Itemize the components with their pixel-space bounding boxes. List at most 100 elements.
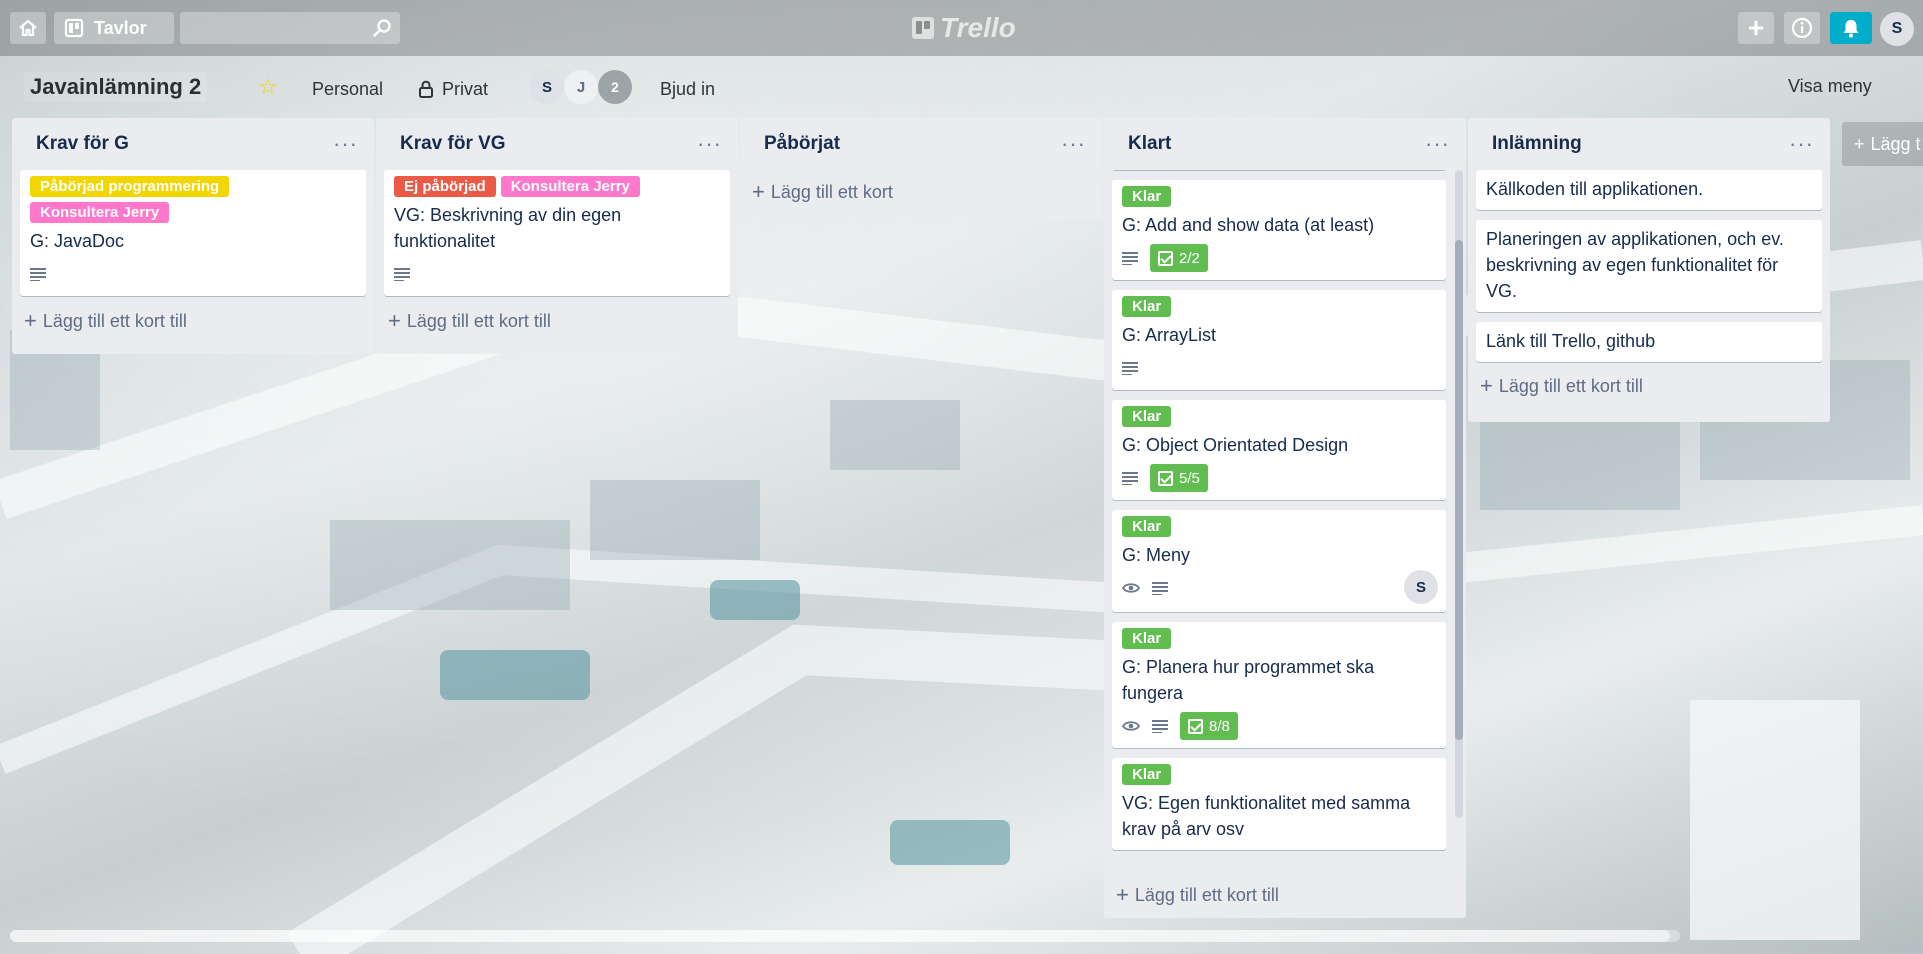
info-button[interactable] [1784,12,1820,44]
checkbox-icon [1158,250,1173,266]
board-horizontal-scrollbar[interactable] [10,930,1680,942]
eye-icon [1122,720,1140,732]
add-card-button[interactable]: + Lägg till ett kort till [1468,362,1830,410]
card[interactable]: Länk till Trello, github [1476,322,1822,362]
card-label[interactable]: Konsultera Jerry [500,176,640,197]
card-label[interactable]: Klar [1122,628,1172,649]
privacy-button[interactable]: Privat [418,74,488,104]
description-icon [1152,719,1168,733]
add-card-button[interactable]: + Lägg till ett kort [740,170,1102,214]
add-card-label: Lägg till ett kort till [1498,375,1643,396]
member-avatar[interactable]: J [564,70,598,104]
card-label[interactable]: Konsultera Jerry [30,202,170,223]
list-title[interactable]: Inlämning [1492,133,1582,155]
description-icon [1122,471,1138,485]
list-title[interactable]: Klart [1128,133,1171,155]
checklist-badge: 8/8 [1180,712,1238,740]
card-title: G: Planera hur programmet ska fungera [1122,657,1375,703]
search-input[interactable] [180,12,400,44]
card[interactable]: Klar G: Meny S [1112,510,1446,612]
user-avatar[interactable]: S [1880,12,1914,46]
card-title: G: JavaDoc [30,231,125,251]
card-label[interactable]: Ej påbörjad [394,176,496,197]
add-card-button[interactable]: + Lägg till ett kort till [1104,872,1466,918]
list-menu-icon[interactable]: ··· [1061,133,1086,155]
card-title: G: Object Orientated Design [1122,435,1349,455]
list-menu-icon[interactable]: ··· [333,133,358,155]
card[interactable]: Ej påbörjad Konsultera Jerry VG: Beskriv… [384,170,730,296]
scrollbar-thumb[interactable] [10,930,1670,942]
add-card-button[interactable]: + Lägg till ett kort till [376,296,738,346]
checklist-count: 2/2 [1179,249,1200,267]
member-avatar[interactable]: S [530,70,564,104]
list-title[interactable]: Krav för VG [400,133,506,155]
card-title: G: Meny [1122,545,1191,565]
search-icon [373,19,391,37]
boards-button[interactable]: Tavlor [54,12,174,44]
card-title: Planeringen av applikationen, och ev. be… [1486,229,1784,301]
trello-logo-icon [912,17,934,39]
member-count-badge[interactable]: 2 [598,70,632,104]
board-header: Javainlämning 2 ☆ Personal Privat S J 2 … [0,60,1923,110]
card[interactable]: Klar G: Add and show data (at least) 2/2 [1112,180,1446,280]
add-card-label: Lägg till ett kort till [1134,884,1279,905]
list-title[interactable]: Krav för G [36,133,129,155]
bell-icon [1843,20,1859,38]
card-label[interactable]: Klar [1122,516,1172,537]
privacy-label: Privat [442,78,489,99]
notifications-button[interactable] [1830,12,1872,44]
card-label[interactable]: Klar [1122,186,1172,207]
star-icon[interactable]: ☆ [258,74,278,100]
card[interactable]: Planeringen av applikationen, och ev. be… [1476,220,1822,312]
card[interactable]: Påbörjad programmering Konsultera Jerry … [20,170,366,296]
description-icon [394,267,410,281]
card[interactable]: Klar G: Object Orientated Design 5/5 [1112,400,1446,500]
list-scrollbar[interactable] [1455,170,1463,818]
trello-logo[interactable]: Trello [912,12,1016,44]
list-menu-icon[interactable]: ··· [1425,133,1450,155]
invite-button[interactable]: Bjud in [660,74,715,104]
list-paborjat: Påbörjat ··· + Lägg till ett kort [740,118,1102,218]
add-list-button[interactable]: + Lägg t [1842,122,1923,166]
card-label[interactable]: Klar [1122,296,1172,317]
plus-icon: + [1747,12,1765,43]
card-title: Länk till Trello, github [1486,331,1656,351]
card-label[interactable]: Klar [1122,764,1172,785]
card[interactable]: Klar G: ArrayList [1112,290,1446,390]
list-inlamning: Inlämning ··· Källkoden till applikation… [1468,118,1830,422]
card-member-avatar[interactable]: S [1404,570,1438,604]
plus-icon: + [752,179,765,204]
checklist-count: 8/8 [1209,717,1230,735]
list-menu-icon[interactable]: ··· [1789,133,1814,155]
card-title: G: Add and show data (at least) [1122,215,1375,235]
home-icon [19,19,37,37]
info-icon [1791,17,1813,39]
card-label[interactable]: Påbörjad programmering [30,176,230,197]
board-title[interactable]: Javainlämning 2 [24,72,208,102]
card-label[interactable]: Klar [1122,406,1172,427]
team-visibility-button[interactable]: Personal [312,74,383,104]
card[interactable]: Klar VG: Egen funktionalitet med samma k… [1112,758,1446,850]
description-icon [1152,581,1168,595]
card-title: Källkoden till applikationen. [1486,179,1704,199]
board-icon [64,18,84,38]
scrollbar-thumb[interactable] [1455,240,1463,740]
home-button[interactable] [10,12,46,44]
list-menu-icon[interactable]: ··· [697,133,722,155]
list-krav-for-vg: Krav för VG ··· Ej påbörjad Konsultera J… [376,118,738,354]
checkbox-icon [1158,470,1173,486]
add-card-label: Lägg till ett kort till [406,310,551,331]
checklist-badge: 2/2 [1150,244,1208,272]
add-card-button[interactable]: + Lägg till ett kort till [12,296,374,346]
top-header: Tavlor Trello + S [0,0,1923,56]
card-title: G: ArrayList [1122,325,1217,345]
show-menu-button[interactable]: Visa meny [1788,76,1872,97]
card[interactable]: Källkoden till applikationen. [1476,170,1822,210]
list-title[interactable]: Påbörjat [764,133,840,155]
add-list-label: Lägg t [1870,133,1921,154]
create-button[interactable]: + [1738,12,1774,44]
plus-icon: + [1116,882,1129,907]
plus-icon: + [388,308,401,333]
card[interactable]: Klar G: Planera hur programmet ska funge… [1112,622,1446,748]
list-scroll-area[interactable]: Klar G: Add and show data (at least) 2/2… [1104,170,1466,872]
